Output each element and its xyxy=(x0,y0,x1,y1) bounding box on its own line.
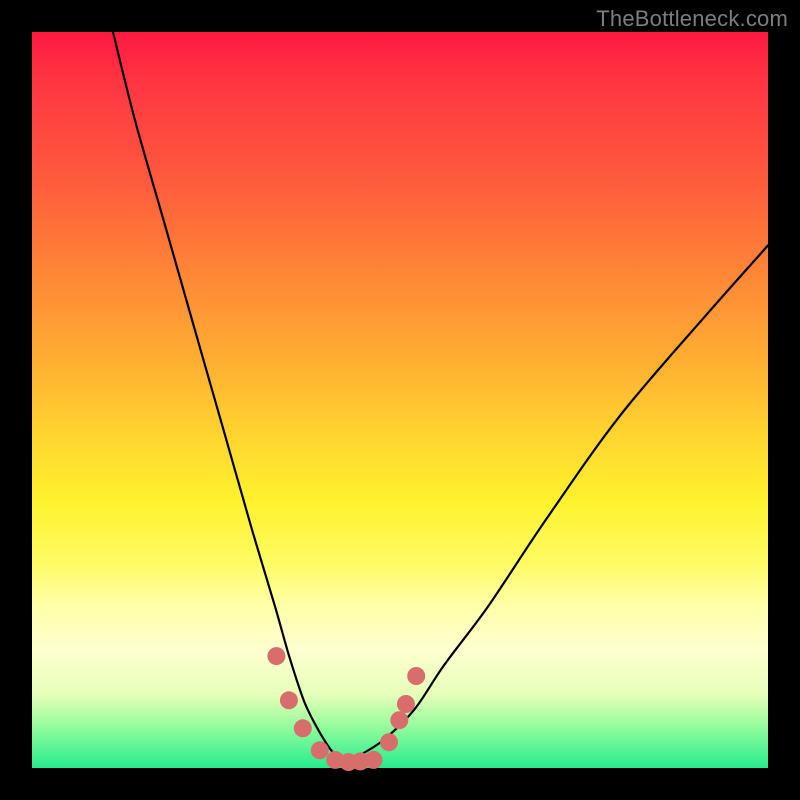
marker-dot xyxy=(267,647,285,665)
marker-dot xyxy=(397,695,415,713)
marker-dot xyxy=(365,751,383,769)
marker-dot xyxy=(390,711,408,729)
marker-dot xyxy=(280,691,298,709)
chart-frame: TheBottleneck.com xyxy=(0,0,800,800)
marker-dot xyxy=(380,733,398,751)
watermark-text: TheBottleneck.com xyxy=(596,6,788,32)
plot-area xyxy=(32,32,768,768)
curve-layer xyxy=(32,32,768,768)
marker-dot xyxy=(407,667,425,685)
marker-dot xyxy=(311,741,329,759)
marker-dot xyxy=(294,719,312,737)
bottleneck-curve xyxy=(113,32,768,761)
